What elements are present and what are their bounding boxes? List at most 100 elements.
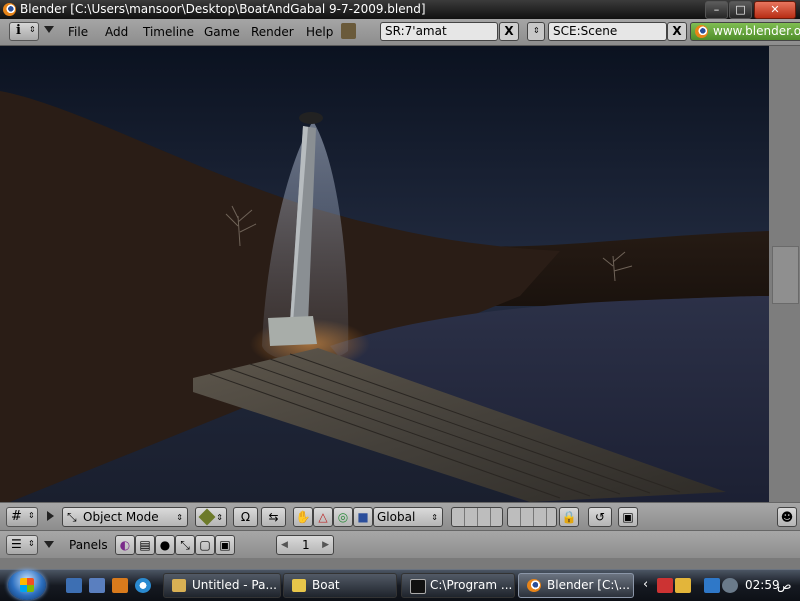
shading-panel-button[interactable]: ● — [155, 535, 175, 555]
camera-icon: ▣ — [622, 510, 634, 524]
triangle-icon: △ — [318, 510, 328, 524]
widget-toggle-button[interactable]: ⇆ — [261, 507, 286, 527]
start-button[interactable] — [8, 570, 46, 600]
blender-url-link[interactable]: www.blender.org — [690, 22, 800, 41]
volume-tray-icon[interactable] — [722, 578, 738, 593]
info-window-type-selector[interactable]: i ⇕ — [9, 22, 39, 41]
taskbar-clock[interactable]: 02:59 — [745, 578, 780, 592]
updown-arrows-icon: ⇕ — [29, 25, 36, 34]
updown-arrows-icon: ⇕ — [176, 513, 183, 522]
menu-render[interactable]: Render — [251, 25, 294, 39]
screen-name-field[interactable]: SR:7'amat — [380, 22, 498, 41]
task-label: Untitled - Pa... — [192, 578, 277, 592]
screen-browse-icon[interactable] — [341, 23, 356, 39]
3d-viewport[interactable] — [0, 46, 769, 502]
opengl-render-button[interactable]: ↺ — [588, 507, 612, 527]
scene-render — [0, 46, 769, 502]
frame-prev-arrow-icon[interactable]: ◀ — [281, 536, 288, 554]
task-label: C:\Program ... — [430, 578, 513, 592]
frame-number-field[interactable]: ◀ 1 ▶ — [276, 535, 334, 555]
script-panel-button[interactable]: ▤ — [135, 535, 155, 555]
lock-layers-button[interactable]: 🔒 — [559, 507, 579, 527]
logic-panel-button[interactable]: ◐ — [115, 535, 135, 555]
windows-logo-icon — [20, 578, 34, 592]
task-untitled-paint[interactable]: Untitled - Pa... — [163, 573, 281, 598]
task-boat[interactable]: Boat — [283, 573, 397, 598]
collapse-triangle-icon[interactable] — [44, 26, 54, 33]
task-label: Blender [C:\... — [547, 578, 630, 592]
object-mode-label: Object Mode — [83, 510, 159, 524]
network-tray-icon[interactable] — [704, 578, 720, 593]
internet-explorer-icon[interactable] — [135, 578, 151, 593]
editing-panel-button[interactable]: ▢ — [195, 535, 215, 555]
buttons-window-type-selector[interactable]: ☰ ⇕ — [6, 535, 38, 555]
logic-icon: ◐ — [119, 538, 131, 552]
task-blender[interactable]: Blender [C:\... — [518, 573, 634, 598]
cmd-icon — [410, 579, 426, 594]
area-divider — [0, 558, 800, 569]
task-command-prompt[interactable]: C:\Program ... — [401, 573, 515, 598]
ipo-button[interactable]: ☻ — [777, 507, 797, 527]
minimize-button[interactable]: – — [705, 1, 728, 19]
panels-label: Panels — [69, 538, 108, 552]
layer-buttons-group-2[interactable] — [507, 507, 557, 527]
url-text: www.blender.org — [713, 24, 800, 38]
tray-expand-icon[interactable]: ‹ — [643, 577, 648, 592]
menu-game[interactable]: Game — [204, 25, 240, 39]
monkey-icon: ☻ — [780, 510, 794, 524]
expand-triangle-icon[interactable] — [47, 511, 54, 521]
main-header: i ⇕ File Add Timeline Game Render Help S… — [0, 19, 800, 46]
scene-name-field[interactable]: SCE:Scene — [548, 22, 667, 41]
frame-number: 1 — [302, 538, 310, 552]
orientation-selector[interactable]: Global ⇕ — [373, 507, 443, 527]
show-desktop-icon[interactable] — [66, 578, 82, 593]
scene-icon: ▣ — [219, 538, 231, 552]
pivot-icon: Ω — [240, 510, 251, 524]
notification-tray-icon[interactable] — [675, 578, 691, 593]
blender-logo-icon — [3, 3, 16, 16]
object-panel-button[interactable]: ⤡ — [175, 535, 195, 555]
close-button[interactable]: ✕ — [754, 1, 796, 19]
object-mode-icon: ⤡ — [67, 510, 77, 524]
render-preview-button[interactable]: ▣ — [618, 507, 638, 527]
media-player-icon[interactable] — [112, 578, 128, 593]
windows-taskbar: Untitled - Pa... Boat C:\Program ... Ble… — [0, 569, 800, 601]
sphere-icon: ● — [159, 538, 171, 552]
switch-windows-icon[interactable] — [89, 578, 105, 593]
lamp-base — [268, 316, 317, 346]
3d-view-header: # ⇕ ⤡ Object Mode ⇕ ⇕ Ω ⇆ ✋ △ ◎ ■ Global… — [0, 502, 800, 531]
menu-help[interactable]: Help — [306, 25, 333, 39]
object-icon: ⤡ — [180, 538, 190, 552]
task-label: Boat — [312, 578, 340, 592]
right-scroll-region[interactable] — [769, 46, 800, 502]
circle-icon: ◎ — [337, 510, 349, 524]
delete-scene-button[interactable]: X — [667, 22, 687, 41]
transform-space-button[interactable]: ■ — [353, 507, 373, 527]
clock-suffix: ص — [777, 578, 792, 592]
maximize-button[interactable]: □ — [729, 1, 752, 19]
scrollbar-thumb[interactable] — [772, 246, 799, 304]
scale-manipulator-button[interactable]: ◎ — [333, 507, 353, 527]
draw-type-selector[interactable]: ⇕ — [195, 507, 227, 527]
refresh-icon: ↺ — [594, 510, 606, 524]
menu-add[interactable]: Add — [105, 25, 128, 39]
layer-buttons-group-1[interactable] — [451, 507, 503, 527]
menu-timeline[interactable]: Timeline — [143, 25, 194, 39]
updown-arrows-icon: ⇕ — [28, 511, 35, 520]
blender-logo-icon — [695, 25, 708, 38]
view3d-window-type-selector[interactable]: # ⇕ — [6, 507, 38, 527]
pivot-selector[interactable]: Ω — [233, 507, 258, 527]
window-title-bar[interactable]: Blender [C:\Users\mansoor\Desktop\BoatAn… — [0, 0, 800, 19]
collapse-triangle-icon[interactable] — [44, 541, 54, 548]
scene-panel-button[interactable]: ▣ — [215, 535, 235, 555]
widget-icon: ⇆ — [268, 510, 279, 524]
antivirus-tray-icon[interactable] — [657, 578, 673, 593]
rotate-manipulator-button[interactable]: △ — [313, 507, 333, 527]
hand-icon: ✋ — [295, 510, 311, 524]
object-mode-selector[interactable]: ⤡ Object Mode ⇕ — [62, 507, 188, 527]
frame-next-arrow-icon[interactable]: ▶ — [322, 536, 329, 554]
translate-manipulator-button[interactable]: ✋ — [293, 507, 313, 527]
menu-file[interactable]: File — [68, 25, 88, 39]
scene-browse-button[interactable]: ⇕ — [527, 22, 545, 41]
delete-screen-button[interactable]: X — [499, 22, 519, 41]
